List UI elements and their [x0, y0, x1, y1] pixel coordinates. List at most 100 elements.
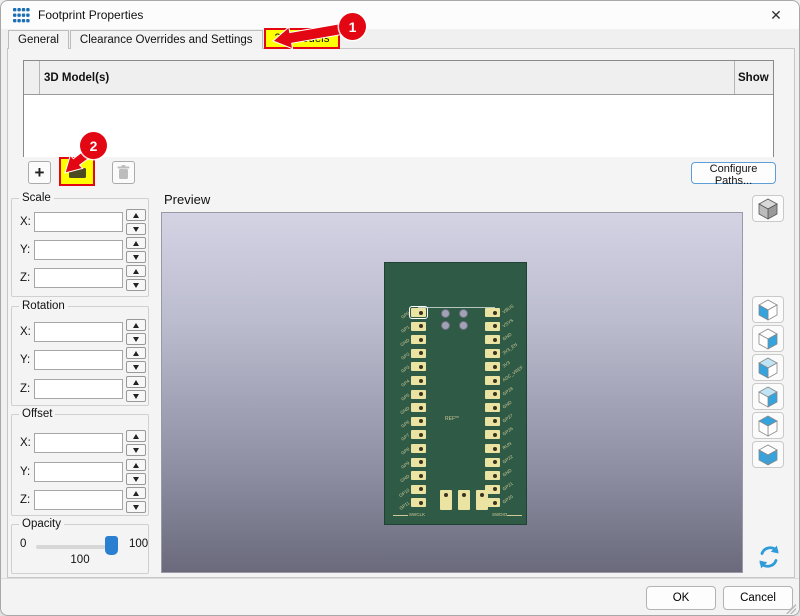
pcb-pad-right — [485, 376, 500, 385]
pcb-pad-left — [411, 322, 426, 331]
offset-y-spin-down[interactable] — [126, 473, 146, 485]
tab-general[interactable]: General — [8, 30, 69, 49]
pcb-swdio-label: SWDIO — [492, 512, 507, 517]
pcb-pin-label: GP28 — [502, 385, 514, 396]
pcb-pad-left — [411, 485, 426, 494]
tab-clearance-overrides[interactable]: Clearance Overrides and Settings — [70, 30, 263, 49]
pcb-silk-line — [418, 307, 495, 308]
rotation-z-label: Z: — [20, 383, 30, 395]
ok-button[interactable]: OK — [646, 586, 716, 610]
scale-z-input[interactable] — [34, 268, 123, 288]
offset-y-input[interactable] — [34, 462, 123, 482]
rotation-group-title: Rotation — [19, 300, 68, 312]
pcb-pad-right — [485, 471, 500, 480]
opacity-slider-track[interactable] — [36, 545, 114, 549]
spin-up-icon — [133, 269, 139, 274]
scale-y-input[interactable] — [34, 240, 123, 260]
footprint-properties-dialog: Footprint Properties ✕ General Clearance… — [0, 0, 800, 616]
scale-y-spin-down[interactable] — [126, 251, 146, 263]
pcb-pad-right — [485, 403, 500, 412]
rotation-x-spin-down[interactable] — [126, 333, 146, 345]
pcb-pad-left — [411, 403, 426, 412]
scale-y-label: Y: — [20, 244, 30, 256]
delete-model-button[interactable] — [112, 161, 135, 184]
scale-z-spin-up[interactable] — [126, 265, 146, 277]
rotation-y-spin-up[interactable] — [126, 347, 146, 359]
rotation-x-spin-up[interactable] — [126, 319, 146, 331]
perspective-cube-icon — [756, 197, 780, 221]
opacity-max-label: 100 — [129, 538, 148, 550]
add-model-button[interactable]: + — [28, 161, 51, 184]
spin-down-icon — [133, 255, 139, 260]
scale-x-label: X: — [20, 216, 31, 228]
view-front-button[interactable] — [752, 354, 784, 381]
rotation-x-input[interactable] — [34, 322, 123, 342]
pcb-pin-label: GND — [502, 400, 513, 410]
spin-up-icon — [133, 491, 139, 496]
opacity-group-title: Opacity — [19, 518, 64, 530]
offset-y-label: Y: — [20, 466, 30, 478]
offset-x-spin-up[interactable] — [126, 430, 146, 442]
title-bar: Footprint Properties ✕ — [1, 1, 799, 29]
view-bottom-button[interactable] — [752, 441, 784, 468]
offset-x-spin-down[interactable] — [126, 444, 146, 456]
spin-down-icon — [133, 394, 139, 399]
pcb-pad-left — [411, 417, 426, 426]
pcb-pad-right — [485, 335, 500, 344]
cancel-button[interactable]: Cancel — [723, 586, 793, 610]
pcb-pad-left — [411, 390, 426, 399]
opacity-min-label: 0 — [20, 538, 26, 550]
pcb-hole — [459, 321, 468, 330]
view-bottom-cube-icon — [756, 443, 780, 467]
opacity-slider-thumb[interactable] — [105, 536, 118, 555]
close-icon[interactable]: ✕ — [761, 4, 791, 26]
offset-z-label: Z: — [20, 494, 30, 506]
rotation-y-input[interactable] — [34, 350, 123, 370]
pcb-pin-label: GND — [502, 468, 513, 478]
spin-down-icon — [133, 477, 139, 482]
view-front-cube-icon — [756, 356, 780, 380]
view-top-button[interactable] — [752, 412, 784, 439]
pcb-pad-right — [485, 322, 500, 331]
pcb-hole — [441, 321, 450, 330]
configure-paths-button[interactable]: Configure Paths... — [691, 162, 776, 184]
pcb-pin-label: GP27 — [502, 413, 514, 424]
pcb-hole — [441, 309, 450, 318]
offset-y-spin-up[interactable] — [126, 459, 146, 471]
scale-y-row: Y: — [12, 240, 150, 260]
offset-group-title: Offset — [19, 408, 55, 420]
rotation-z-spin-up[interactable] — [126, 376, 146, 388]
column-header-show: Show — [735, 61, 773, 94]
view-back-button[interactable] — [752, 383, 784, 410]
offset-z-spin-up[interactable] — [126, 487, 146, 499]
resize-grip[interactable] — [786, 604, 796, 614]
pcb-ref-text: REF** — [445, 416, 459, 422]
spin-up-icon — [133, 434, 139, 439]
perspective-toggle-button[interactable] — [752, 195, 784, 222]
scale-group-title: Scale — [19, 192, 54, 204]
rotation-z-spin-down[interactable] — [126, 390, 146, 402]
scale-x-input[interactable] — [34, 212, 123, 232]
offset-z-input[interactable] — [34, 490, 123, 510]
models-table-body[interactable] — [24, 95, 773, 157]
view-right-button[interactable] — [752, 325, 784, 352]
view-left-button[interactable] — [752, 296, 784, 323]
rotation-z-input[interactable] — [34, 379, 123, 399]
scale-z-spin-down[interactable] — [126, 279, 146, 291]
preview-3d-viewport[interactable]: GP0GP1GNDGP2GP3GP4GP5GNDGP6GP7GP8GP9GNDG… — [161, 212, 743, 573]
spin-up-icon — [133, 463, 139, 468]
pcb-pad-right — [485, 430, 500, 439]
scale-x-spin-down[interactable] — [126, 223, 146, 235]
pcb-pad-right — [485, 362, 500, 371]
view-top-cube-icon — [756, 414, 780, 438]
pcb-board: GP0GP1GNDGP2GP3GP4GP5GNDGP6GP7GP8GP9GNDG… — [384, 262, 527, 525]
scale-x-spin-up[interactable] — [126, 209, 146, 221]
reload-preview-button[interactable] — [753, 541, 785, 573]
preview-label: Preview — [164, 192, 210, 207]
spin-down-icon — [133, 227, 139, 232]
spin-up-icon — [133, 351, 139, 356]
scale-y-spin-up[interactable] — [126, 237, 146, 249]
rotation-y-spin-down[interactable] — [126, 361, 146, 373]
offset-x-input[interactable] — [34, 433, 123, 453]
offset-z-spin-down[interactable] — [126, 501, 146, 513]
